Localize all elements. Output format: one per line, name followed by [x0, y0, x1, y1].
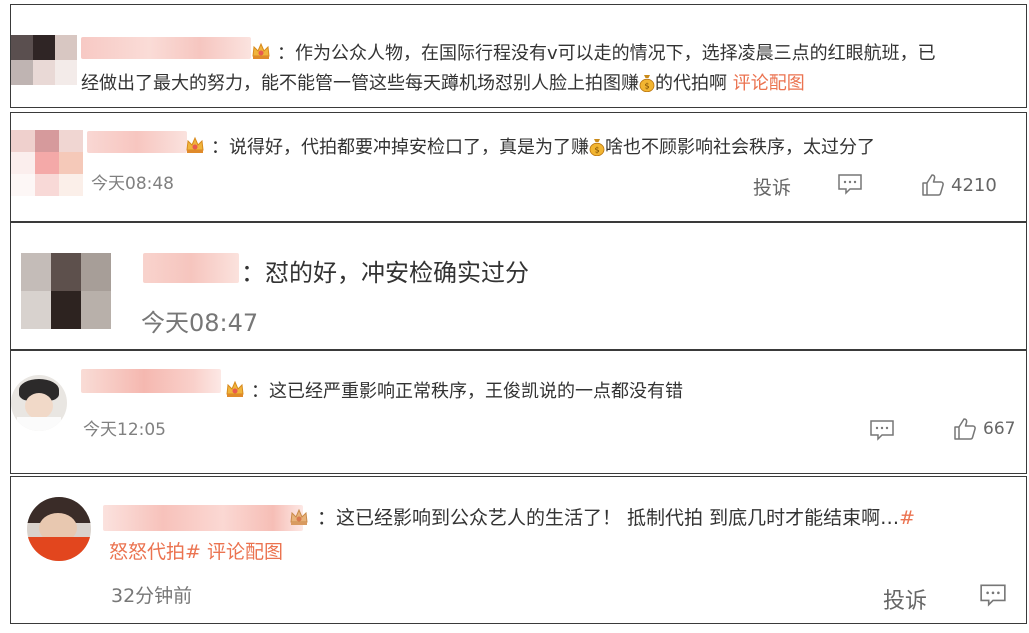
timestamp: 今天12:05: [83, 420, 166, 440]
hashtag-start[interactable]: #: [899, 507, 915, 529]
timestamp: 今天08:47: [141, 309, 259, 337]
username-blurred[interactable]: [87, 131, 187, 153]
avatar[interactable]: [11, 130, 83, 196]
svg-text:$: $: [594, 146, 599, 155]
view-image-link[interactable]: 评论配图: [733, 73, 805, 94]
report-button[interactable]: 投诉: [753, 173, 791, 200]
comment-card-1: ：作为公众人物，在国际行程没有v可以走的情况下，选择凌晨三点的红眼航班，已 经做…: [10, 4, 1027, 108]
timestamp: 今天08:48: [91, 174, 174, 194]
crown-icon: [186, 136, 204, 153]
username-blurred[interactable]: [103, 505, 303, 531]
thumbs-up-icon[interactable]: [953, 417, 977, 441]
hashtag-link[interactable]: 怒怒代拍#: [109, 541, 201, 563]
comment-text: ：怼的好，冲安检确实过分: [241, 259, 529, 287]
thumbs-up-icon[interactable]: [921, 173, 945, 197]
comment-card-5: ：这已经影响到公众艺人的生活了！ 抵制代拍 到底几时才能结束啊…# 怒怒代拍# …: [10, 476, 1027, 624]
comment-icon[interactable]: [837, 173, 863, 195]
comment-card-4: ：这已经严重影响正常秩序，王俊凯说的一点都没有错 今天12:05 667: [10, 350, 1027, 474]
username-blurred[interactable]: [143, 253, 239, 283]
comment-text-part: 经做出了最大的努力，能不能管一管这些每天蹲机场怼别人脸上拍图赚: [81, 73, 639, 94]
timestamp: 32分钟前: [111, 585, 193, 607]
username-blurred[interactable]: [81, 369, 221, 393]
crown-icon: [290, 508, 308, 525]
like-count: 667: [983, 419, 1016, 439]
comment-icon[interactable]: [979, 583, 1007, 607]
comment-text: ：这已经严重影响正常秩序，王俊凯说的一点都没有错: [251, 381, 683, 402]
comment-icon[interactable]: [869, 419, 895, 441]
comment-text-part: ：说得好，代拍都要冲掉安检口了，真是为了赚: [211, 137, 589, 158]
comment-text-line2: 怒怒代拍# 评论配图: [109, 537, 283, 564]
comment-card-2: ：说得好，代拍都要冲掉安检口了，真是为了赚 $ 啥也不顾影响社会秩序，太过分了 今天…: [10, 112, 1027, 222]
avatar[interactable]: [21, 253, 111, 329]
comment-text-part: ：这已经影响到公众艺人的生活了！ 抵制代拍 到底几时才能结束啊…: [317, 507, 900, 529]
svg-text:$: $: [644, 82, 649, 91]
avatar[interactable]: [11, 35, 77, 85]
comment-text-part: 的代拍啊: [655, 73, 733, 94]
report-button[interactable]: 投诉: [883, 583, 927, 615]
like-count: 4210: [951, 175, 997, 196]
comment-text-line1: ：这已经影响到公众艺人的生活了！ 抵制代拍 到底几时才能结束啊…#: [317, 503, 915, 530]
crown-icon: [226, 380, 244, 397]
view-image-link[interactable]: 评论配图: [201, 541, 283, 563]
comment-text: ：说得好，代拍都要冲掉安检口了，真是为了赚 $ 啥也不顾影响社会秩序，太过分了: [211, 133, 875, 159]
avatar[interactable]: [27, 497, 91, 561]
comment-text-line2: 经做出了最大的努力，能不能管一管这些每天蹲机场怼别人脸上拍图赚 $ 的代拍啊 评论配…: [81, 69, 805, 95]
comment-card-3: ：怼的好，冲安检确实过分 今天08:47: [10, 222, 1027, 350]
username-blurred[interactable]: [81, 37, 251, 59]
money-bag-icon: $: [589, 139, 605, 156]
avatar[interactable]: [11, 375, 67, 431]
crown-icon: [252, 42, 270, 59]
money-bag-icon: $: [639, 75, 655, 92]
comment-text-part: 啥也不顾影响社会秩序，太过分了: [605, 137, 875, 158]
comment-text-line1: ：作为公众人物，在国际行程没有v可以走的情况下，选择凌晨三点的红眼航班，已: [277, 43, 936, 64]
